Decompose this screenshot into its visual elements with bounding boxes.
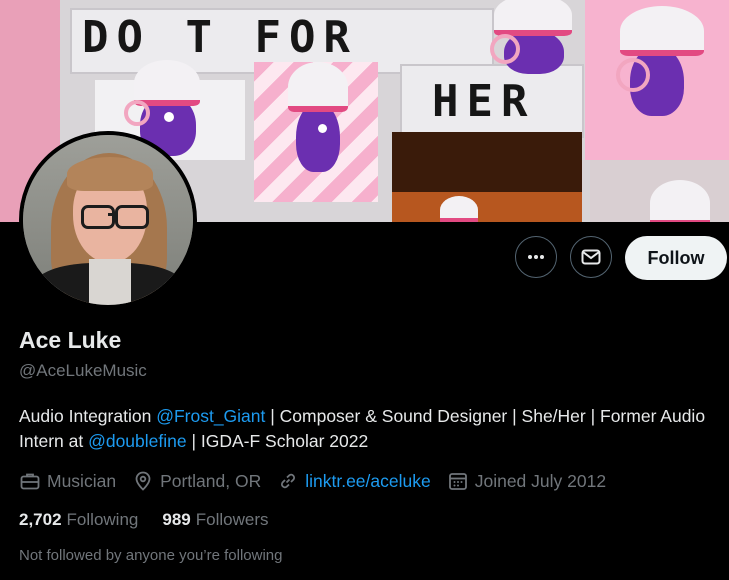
- follow-button[interactable]: Follow: [625, 236, 727, 280]
- profile-name: Ace Luke: [19, 327, 122, 353]
- following-link[interactable]: 2,702 Following: [19, 510, 138, 530]
- location-text: Portland, OR: [160, 470, 262, 491]
- location-pin-icon: [135, 471, 151, 491]
- joined-item: Joined July 2012: [447, 470, 606, 492]
- website-item[interactable]: linktr.ee/aceluke: [277, 470, 431, 492]
- location-item: Portland, OR: [132, 470, 261, 492]
- profile-bio: Audio Integration @Frost_Giant | Compose…: [19, 404, 719, 454]
- followers-label: Followers: [195, 510, 269, 529]
- message-button[interactable]: [570, 236, 612, 278]
- banner-headline-line2: HER: [432, 76, 536, 127]
- bio-mention-doublefine[interactable]: @doublefine: [88, 431, 187, 451]
- more-icon: [528, 255, 544, 259]
- mail-icon: [581, 249, 601, 265]
- link-icon: [281, 473, 296, 489]
- banner-decoration: [392, 132, 582, 222]
- banner-headline-line1: DO T FOR: [82, 12, 358, 63]
- follow-counts: 2,702 Following 989 Followers: [19, 510, 292, 530]
- bio-text: Audio Integration: [19, 406, 157, 426]
- profession-item: Musician: [19, 470, 116, 492]
- joined-text: Joined July 2012: [474, 470, 607, 491]
- following-count: 2,702: [19, 510, 62, 529]
- bio-mention-frost-giant[interactable]: @Frost_Giant: [156, 406, 265, 426]
- not-followed-notice: Not followed by anyone you’re following: [19, 547, 283, 564]
- following-label: Following: [66, 510, 139, 529]
- briefcase-icon: [20, 473, 40, 490]
- profile-meta: Musician Portland, OR linktr.ee/aceluke …: [19, 469, 622, 493]
- profession-text: Musician: [47, 470, 117, 491]
- profile-handle: @AceLukeMusic: [19, 361, 147, 380]
- more-options-button[interactable]: [515, 236, 557, 278]
- followers-link[interactable]: 989 Followers: [162, 510, 268, 530]
- profile-avatar[interactable]: [19, 131, 197, 309]
- calendar-icon: [448, 473, 467, 490]
- bio-text: | IGDA-F Scholar 2022: [186, 431, 369, 451]
- website-link[interactable]: linktr.ee/aceluke: [305, 471, 431, 492]
- followers-count: 989: [162, 510, 191, 529]
